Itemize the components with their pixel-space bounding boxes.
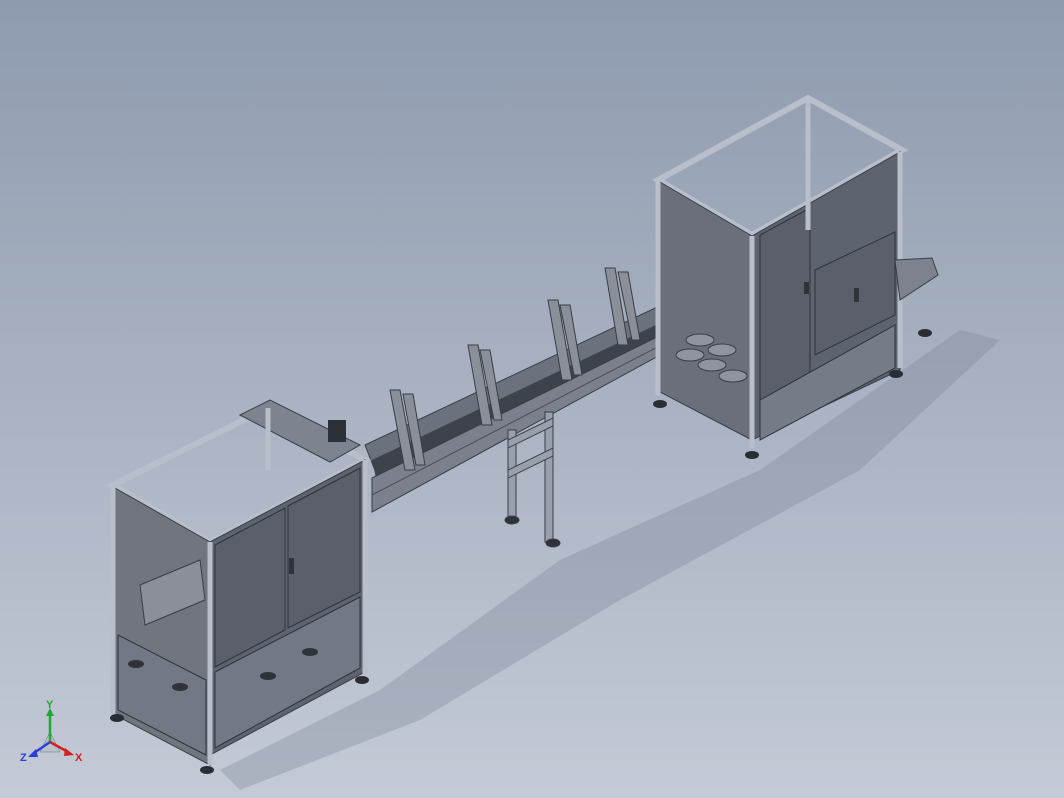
left-side-panel-handle-2[interactable] [172, 683, 188, 691]
right-upper-door-left[interactable] [759, 207, 811, 401]
right-outfeed-conveyor [894, 257, 939, 301]
assembly-model[interactable] [0, 0, 1064, 798]
graphics-viewport[interactable]: Y X Z [0, 0, 1064, 798]
x-axis-arrow [64, 748, 74, 756]
z-axis-label: Z [20, 752, 27, 764]
view-orientation-triad[interactable]: Y X Z [18, 700, 88, 770]
x-axis-label: X [75, 752, 83, 764]
conveyor-support-stand [504, 411, 561, 548]
left-panel-handle[interactable] [260, 672, 276, 680]
right-left-face [659, 181, 753, 441]
left-side-panel-handle[interactable] [128, 660, 144, 668]
right-door-handle[interactable] [854, 288, 859, 302]
left-door-handle[interactable] [289, 558, 294, 574]
right-door-handle-2[interactable] [804, 282, 809, 294]
left-motor [328, 420, 346, 442]
y-axis-label: Y [46, 700, 54, 711]
left-panel-handle-2[interactable] [302, 648, 318, 656]
